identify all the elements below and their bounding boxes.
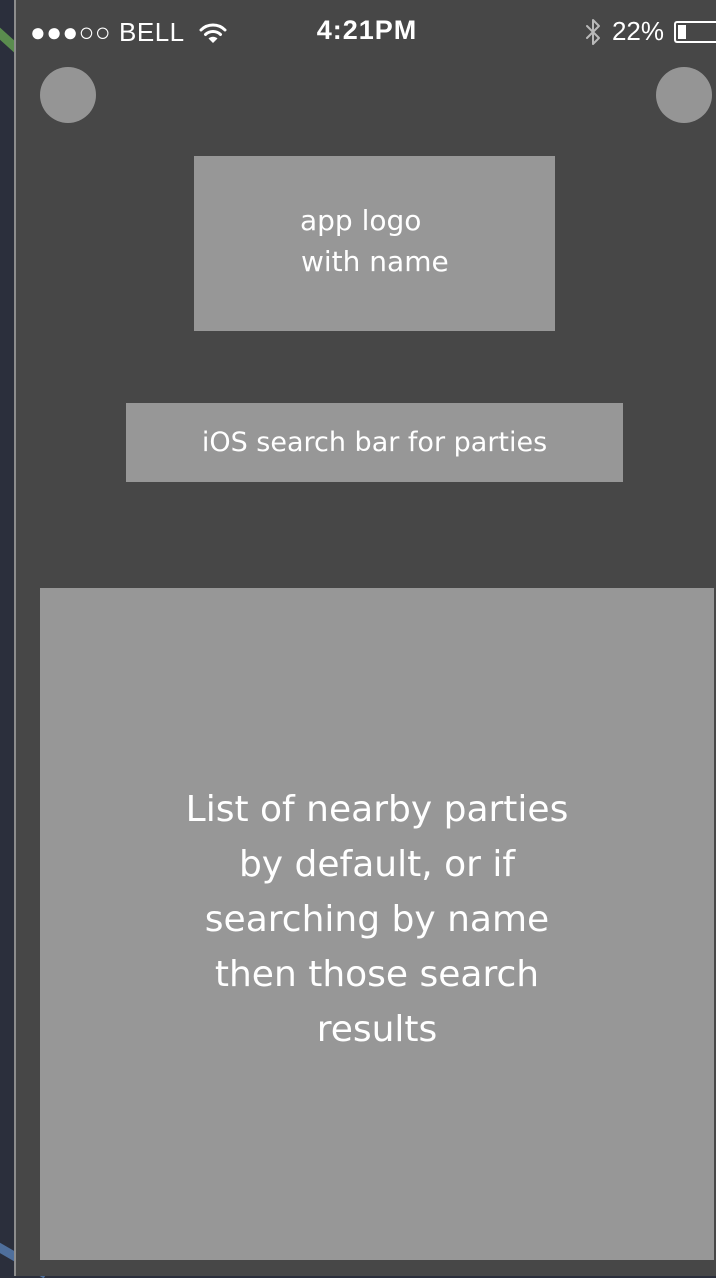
right-circle-button[interactable]: [656, 67, 712, 123]
bluetooth-icon: [585, 18, 600, 45]
app-logo-placeholder: app logo with name: [194, 156, 555, 331]
phone-screen: ●●●○○ BELL 4:21PM 22% app logo with name…: [14, 0, 716, 1276]
list-text-line: results: [316, 1008, 438, 1050]
battery-percentage: 22%: [611, 16, 664, 46]
battery-level-fill: [678, 24, 686, 39]
logo-text-line-1: app logo: [300, 204, 422, 237]
logo-text-line-2: with name: [301, 245, 449, 278]
search-bar-placeholder[interactable]: iOS search bar for parties: [126, 403, 623, 482]
battery-icon: [674, 20, 716, 43]
search-bar-label: iOS search bar for parties: [201, 427, 548, 458]
list-text-line: by default, or if: [238, 843, 516, 885]
party-list-placeholder[interactable]: List of nearby parties by default, or if…: [40, 588, 714, 1260]
left-circle-button[interactable]: [40, 67, 96, 123]
list-text-line: searching by name: [204, 898, 550, 940]
status-right-group: 22%: [584, 16, 716, 47]
status-bar: ●●●○○ BELL 4:21PM 22%: [16, 0, 716, 64]
list-text-line: List of nearby parties: [185, 788, 569, 830]
list-text-line: then those search: [214, 953, 540, 995]
